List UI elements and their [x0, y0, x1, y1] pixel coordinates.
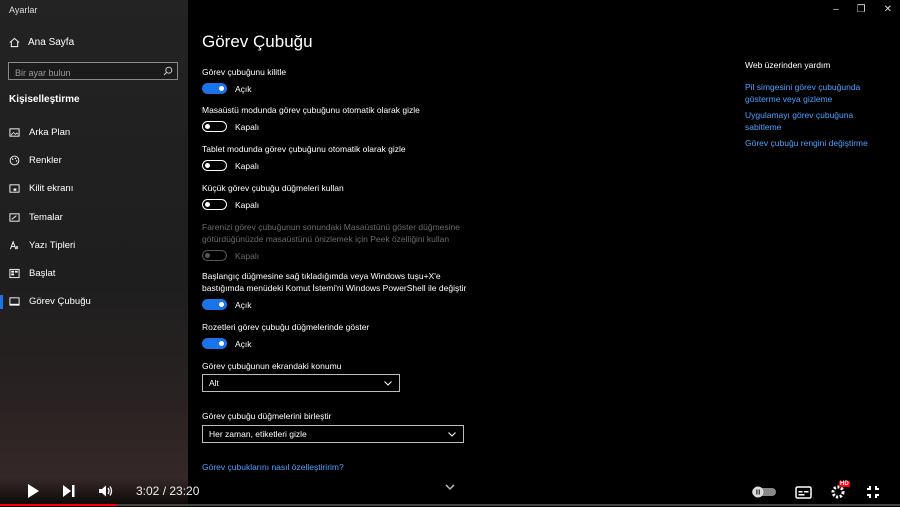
- chevron-down-icon: [384, 381, 392, 386]
- maximize-icon[interactable]: ❐: [857, 4, 866, 15]
- toggle-lock-taskbar[interactable]: [202, 83, 227, 94]
- next-icon[interactable]: [62, 484, 76, 498]
- minimize-icon[interactable]: –: [833, 4, 839, 15]
- toggle-badges[interactable]: [202, 338, 227, 349]
- setting-label: Görev çubuğunun ekrandaki konumu: [202, 361, 342, 371]
- toggle-state: Açık: [235, 299, 252, 310]
- setting-label: Tablet modunda görev çubuğunu otomatik o…: [202, 144, 406, 154]
- setting-label: Masaüstü modunda görev çubuğunu otomatik…: [202, 105, 420, 115]
- sidebar-item-label: Yazı Tipleri: [29, 239, 76, 251]
- position-label: Görev çubuğunun ekrandaki konumu: [202, 360, 341, 372]
- help-link-text: sabitleme: [745, 121, 782, 132]
- setting-label-line2: bastığımda menüdeki Komut İstemi'ni Wind…: [202, 283, 467, 293]
- setting-label: Görev çubuğu düğmelerini birleştir: [202, 411, 332, 421]
- setting-label: Görev çubuğunu kilitle: [202, 67, 287, 77]
- toggle-small-buttons[interactable]: [202, 199, 227, 210]
- help-link-text: Uygulamayı görev çubuğuna: [745, 110, 854, 120]
- setting-autohide-tablet: Tablet modunda görev çubuğunu otomatik o…: [202, 143, 406, 171]
- combine-dropdown[interactable]: Her zaman, etiketleri gizle: [202, 425, 464, 443]
- taskbar-icon: [9, 297, 20, 307]
- help-link-text: gösterme veya gizleme: [745, 93, 833, 104]
- time-display: 3:02 / 23:20: [136, 484, 200, 498]
- play-icon[interactable]: [26, 483, 40, 499]
- start-icon: [9, 269, 20, 279]
- hd-badge: HD: [839, 481, 850, 487]
- section-title: Kişiselleştirme: [9, 94, 80, 105]
- sidebar-item-fonts[interactable]: Yazı Tipleri: [0, 231, 188, 259]
- sidebar-item-label: Arka Plan: [29, 126, 71, 138]
- sidebar-item-themes[interactable]: Temalar: [0, 203, 188, 231]
- toggle-peek: [202, 250, 227, 261]
- sidebar-nav: Arka Plan Renkler Kilit ekranı Temalar Y…: [0, 118, 188, 316]
- settings-gear-icon[interactable]: HD: [830, 481, 850, 500]
- page-title: Görev Çubuğu: [202, 32, 313, 51]
- sidebar-item-start[interactable]: Başlat: [0, 259, 188, 287]
- sidebar-item-label: Başlat: [29, 268, 56, 280]
- setting-label: Küçük görev çubuğu düğmeleri kullan: [202, 183, 344, 193]
- search-box[interactable]: [8, 62, 178, 81]
- progress-bar[interactable]: [0, 504, 900, 506]
- setting-label: Rozetleri görev çubuğu düğmelerinde göst…: [202, 322, 370, 332]
- subtitles-icon[interactable]: [795, 485, 812, 499]
- toggle-state: Açık: [235, 83, 252, 94]
- sidebar: Ayarlar Ana Sayfa Kişiselleştirme Arka P…: [0, 0, 188, 507]
- home-nav-item[interactable]: Ana Sayfa: [9, 37, 74, 48]
- customize-taskbar-link[interactable]: Görev çubuklarını nasıl özelleştiririm?: [202, 462, 344, 472]
- setting-label-line2: götürdüğünüzde masaüstünü önizlemek için…: [202, 234, 450, 244]
- player-controls: 3:02 / 23:20 HD: [0, 478, 900, 507]
- setting-badges: Rozetleri görev çubuğu düğmelerinde göst…: [202, 321, 369, 349]
- volume-icon[interactable]: [98, 484, 114, 498]
- toggle-state: Kapalı: [235, 121, 260, 132]
- help-title: Web üzerinden yardım: [745, 60, 831, 70]
- sidebar-item-label: Renkler: [29, 154, 62, 166]
- setting-powershell: Başlangıç düğmesine sağ tıkladığımda vey…: [202, 270, 466, 310]
- sidebar-item-lockscreen[interactable]: Kilit ekranı: [0, 175, 188, 203]
- search-input[interactable]: [9, 65, 159, 81]
- setting-autohide-desktop: Masaüstü modunda görev çubuğunu otomatik…: [202, 104, 420, 132]
- search-icon[interactable]: [163, 66, 173, 76]
- close-icon[interactable]: ✕: [884, 4, 892, 15]
- image-icon: [9, 128, 20, 137]
- help-panel: Web üzerinden yardım Pil simgesini görev…: [745, 60, 885, 155]
- sidebar-item-taskbar[interactable]: Görev Çubuğu: [0, 288, 188, 316]
- progress-played: [0, 504, 117, 506]
- setting-small-buttons: Küçük görev çubuğu düğmeleri kullan Kapa…: [202, 182, 344, 210]
- home-label: Ana Sayfa: [28, 37, 75, 48]
- sidebar-item-label: Kilit ekranı: [29, 183, 74, 195]
- chevron-down-icon: [448, 432, 456, 437]
- lock-screen-icon: [9, 184, 20, 193]
- toggle-autohide-desktop[interactable]: [202, 121, 227, 132]
- toggle-state: Kapalı: [235, 160, 260, 171]
- help-link-taskbar-color[interactable]: Görev çubuğu rengini değiştirme: [745, 138, 885, 150]
- palette-icon: [9, 155, 20, 166]
- sidebar-item-background[interactable]: Arka Plan: [0, 118, 188, 146]
- setting-label-line1: Farenizi görev çubuğunun sonundaki Masaü…: [202, 222, 460, 232]
- dropdown-value: Alt: [209, 378, 219, 388]
- toggle-state: Açık: [235, 338, 252, 349]
- sidebar-item-label: Görev Çubuğu: [29, 296, 91, 308]
- toggle-state: Kapalı: [235, 199, 260, 210]
- help-link-text: Pil simgesini görev çubuğunda: [745, 82, 861, 92]
- help-link-pin-app[interactable]: Uygulamayı görev çubuğuna sabitleme: [745, 110, 885, 133]
- sidebar-item-colors[interactable]: Renkler: [0, 146, 188, 174]
- font-icon: [9, 240, 19, 250]
- dropdown-value: Her zaman, etiketleri gizle: [209, 429, 307, 439]
- toggle-powershell[interactable]: [202, 299, 227, 310]
- setting-label-line1: Başlangıç düğmesine sağ tıkladığımda vey…: [202, 271, 441, 281]
- home-icon: [9, 37, 20, 48]
- exit-fullscreen-icon[interactable]: [866, 485, 880, 499]
- position-dropdown[interactable]: Alt: [202, 374, 400, 392]
- toggle-state: Kapalı: [235, 250, 260, 261]
- setting-peek: Farenizi görev çubuğunun sonundaki Masaü…: [202, 221, 460, 261]
- help-link-battery-icon[interactable]: Pil simgesini görev çubuğunda gösterme v…: [745, 82, 885, 105]
- autoplay-toggle-icon[interactable]: [751, 485, 777, 499]
- app-title: Ayarlar: [9, 5, 38, 15]
- window-controls: – ❐ ✕: [833, 4, 892, 15]
- combine-label: Görev çubuğu düğmelerini birleştir: [202, 410, 331, 422]
- toggle-autohide-tablet[interactable]: [202, 160, 227, 171]
- theme-icon: [9, 212, 20, 222]
- setting-lock-taskbar: Görev çubuğunu kilitle Açık: [202, 66, 286, 94]
- sidebar-item-label: Temalar: [29, 211, 63, 223]
